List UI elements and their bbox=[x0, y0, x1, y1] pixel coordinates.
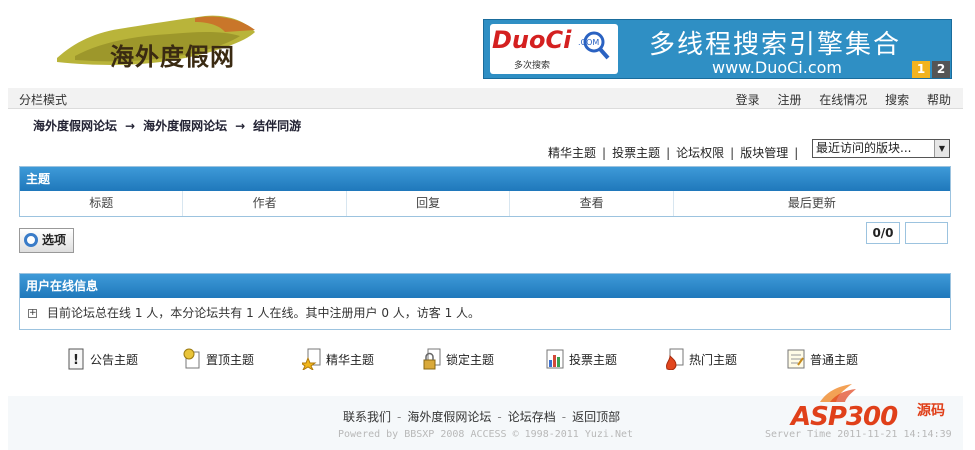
footer-link-forum[interactable]: 海外度假网论坛 bbox=[407, 410, 491, 424]
legend-item-normal: 普通主题 bbox=[786, 344, 858, 374]
column-views: 查看 bbox=[510, 191, 674, 216]
breadcrumb-item-home[interactable]: 海外度假网论坛 bbox=[33, 119, 117, 133]
legend-label: 锁定主题 bbox=[446, 352, 495, 367]
column-replies: 回复 bbox=[347, 191, 511, 216]
breadcrumb-item-board[interactable]: 结伴同游 bbox=[253, 119, 301, 133]
nav-links: 登录 注册 在线情况 搜索 帮助 bbox=[722, 91, 951, 108]
online-info-text: 目前论坛总在线 1 人，本分论坛共有 1 人在线。其中注册用户 0 人，访客 1… bbox=[47, 306, 481, 320]
nav-search[interactable]: 搜索 bbox=[885, 93, 909, 107]
page-jump-input[interactable] bbox=[905, 222, 948, 244]
legend-item-announcement: ! 公告主题 bbox=[66, 344, 138, 374]
site-logo-text: 海外度假网 bbox=[110, 43, 235, 71]
legend-item-hot: 热门主题 bbox=[665, 344, 737, 374]
watermark-logo-text: ASP300 bbox=[791, 402, 898, 432]
legend-label: 公告主题 bbox=[90, 352, 139, 367]
online-info-row: + 目前论坛总在线 1 人，本分论坛共有 1 人在线。其中注册用户 0 人，访客 … bbox=[20, 298, 950, 329]
link-board-management[interactable]: 版块管理 bbox=[740, 146, 788, 160]
banner-brand-com: .COM bbox=[578, 38, 600, 47]
featured-star-icon bbox=[299, 348, 322, 372]
footer-links: 联系我们 - 海外度假网论坛 - 论坛存档 - 返回顶部 bbox=[343, 410, 621, 424]
banner-brand: DuoCi bbox=[492, 26, 572, 54]
nav-help[interactable]: 帮助 bbox=[927, 93, 951, 107]
legend-item-poll: 投票主题 bbox=[545, 344, 617, 374]
options-button-label: 选项 bbox=[42, 233, 67, 247]
legend-item-featured: 精华主题 bbox=[299, 344, 375, 374]
banner-page-2[interactable]: 2 bbox=[932, 61, 950, 78]
svg-text:!: ! bbox=[73, 353, 79, 368]
legend-item-pinned: 置顶主题 bbox=[182, 344, 254, 374]
recent-boards-select[interactable]: 最近访问的版块... ▼ bbox=[812, 139, 950, 158]
chevron-down-icon[interactable]: ▼ bbox=[934, 140, 949, 157]
column-title: 标题 bbox=[20, 191, 184, 216]
powered-by-text: Powered by BBSXP 2008 ACCESS © 1998-2011… bbox=[338, 429, 634, 440]
breadcrumb: 海外度假网论坛 → 海外度假网论坛 → 结伴同游 bbox=[33, 117, 301, 134]
banner-page-1[interactable]: 1 bbox=[912, 61, 930, 78]
topic-list-panel: 主题 标题 作者 回复 查看 最后更新 bbox=[19, 166, 951, 217]
recent-boards-select-value: 最近访问的版块... bbox=[816, 141, 912, 155]
hot-topic-icon bbox=[665, 348, 685, 371]
banner-url: www.DuoCi.com bbox=[712, 58, 842, 77]
poll-chart-icon bbox=[545, 348, 565, 370]
footer-link-back-to-top[interactable]: 返回顶部 bbox=[572, 410, 620, 424]
pinned-icon bbox=[182, 348, 202, 370]
online-users-panel: 用户在线信息 + 目前论坛总在线 1 人，本分论坛共有 1 人在线。其中注册用户 … bbox=[19, 273, 951, 330]
footer-link-contact[interactable]: 联系我们 bbox=[343, 410, 391, 424]
legend-label: 置顶主题 bbox=[206, 352, 255, 367]
banner-slogan: 多线程搜索引擎集合 bbox=[649, 30, 902, 60]
top-nav-bar: 分栏模式 登录 注册 在线情况 搜索 帮助 bbox=[8, 88, 963, 109]
footer-link-archive[interactable]: 论坛存档 bbox=[508, 410, 556, 424]
legend-label: 投票主题 bbox=[569, 352, 618, 367]
column-last-update: 最后更新 bbox=[787, 196, 836, 210]
nav-register[interactable]: 注册 bbox=[777, 93, 801, 107]
board-action-links: 精华主题 | 投票主题 | 论坛权限 | 版块管理 | bbox=[548, 146, 799, 160]
breadcrumb-separator: → bbox=[235, 119, 246, 133]
page-indicator: 0/0 bbox=[866, 222, 900, 244]
column-author: 作者 bbox=[183, 191, 347, 216]
nav-login[interactable]: 登录 bbox=[736, 93, 760, 107]
gear-icon bbox=[24, 233, 38, 247]
document-icon bbox=[786, 348, 806, 370]
topic-icon-legend: ! 公告主题 置顶主题 精华主题 锁定主题 投票主题 热门主题 普通主题 bbox=[66, 344, 886, 374]
link-featured-topics[interactable]: 精华主题 bbox=[548, 146, 596, 160]
expand-icon[interactable]: + bbox=[28, 309, 37, 318]
breadcrumb-separator: → bbox=[125, 119, 136, 133]
link-forum-permissions[interactable]: 论坛权限 bbox=[676, 146, 724, 160]
banner-brand-sub: 多次搜索 bbox=[514, 61, 551, 71]
nav-online-status[interactable]: 在线情况 bbox=[819, 93, 867, 107]
topic-panel-title: 主题 bbox=[20, 167, 950, 191]
legend-label: 热门主题 bbox=[689, 352, 738, 367]
ad-banner[interactable]: DuoCi .COM 多次搜索 多线程搜索引擎集合 www.DuoCi.com … bbox=[483, 19, 952, 79]
topic-table-header: 标题 作者 回复 查看 最后更新 bbox=[20, 191, 950, 216]
page-header: 海外度假网 DuoCi .COM 多次搜索 多线程搜索引擎集合 www.DuoC… bbox=[0, 0, 975, 88]
lock-icon bbox=[422, 348, 442, 370]
breadcrumb-item-forum[interactable]: 海外度假网论坛 bbox=[143, 119, 227, 133]
watermark-logo-sub: 源码 bbox=[917, 403, 945, 419]
legend-label: 精华主题 bbox=[326, 352, 375, 367]
view-mode-toggle[interactable]: 分栏模式 bbox=[19, 91, 67, 108]
link-poll-topics[interactable]: 投票主题 bbox=[612, 146, 660, 160]
announcement-icon: ! bbox=[66, 348, 86, 370]
legend-item-locked: 锁定主题 bbox=[422, 344, 494, 374]
legend-label: 普通主题 bbox=[810, 352, 859, 367]
options-button[interactable]: 选项 bbox=[19, 228, 74, 253]
online-panel-title: 用户在线信息 bbox=[20, 274, 950, 298]
